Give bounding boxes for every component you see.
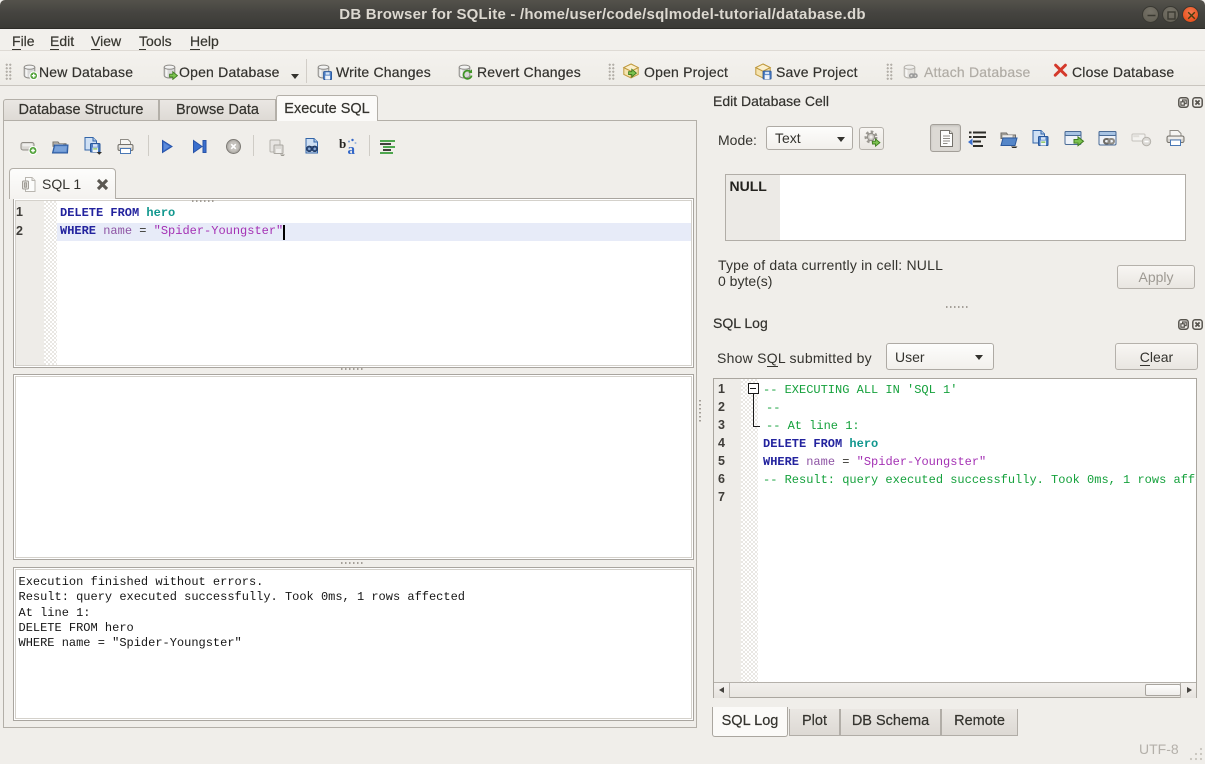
svg-text:a: a [348, 142, 356, 155]
svg-text:b: b [339, 137, 346, 151]
